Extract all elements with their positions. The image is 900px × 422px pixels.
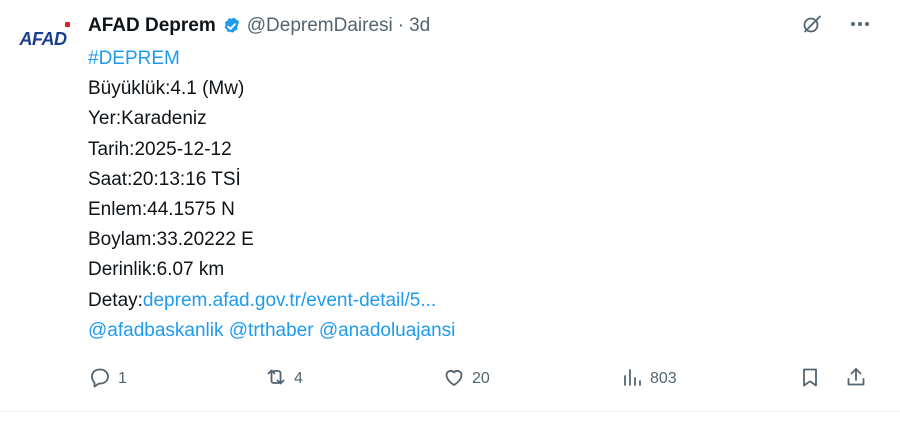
text-line-depth: Derinlik:6.07 km (88, 259, 225, 281)
views-count: 803 (650, 370, 677, 387)
retweet-icon (264, 365, 288, 394)
text-line-date: Tarih:2025-12-12 (88, 138, 232, 160)
display-name[interactable]: AFAD Deprem (88, 15, 216, 37)
heart-icon (442, 365, 466, 394)
views-button[interactable]: 803 (620, 364, 677, 394)
action-bar: 1 4 20 803 (88, 364, 872, 394)
handle[interactable]: @DepremDairesi (247, 15, 393, 37)
tweet-text: #DEPREM Büyüklük:4.1 (Mw) Yer:Karadeniz … (88, 44, 868, 346)
mentions-line: @afadbaskanlik @trthaber @anadoluajansi (88, 316, 868, 346)
bookmark-icon (798, 365, 822, 394)
text-line-magnitude: Büyüklük:4.1 (Mw) (88, 78, 245, 100)
separator: · (397, 15, 405, 36)
retweet-button[interactable]: 4 (264, 364, 303, 394)
afad-logo: AFAD (19, 28, 68, 49)
detail-label: Detay: (88, 289, 143, 311)
top-icons (800, 12, 872, 36)
grok-icon[interactable] (800, 12, 824, 36)
reply-icon (88, 365, 112, 394)
retweet-count: 4 (294, 370, 303, 387)
text-line-location: Yer:Karadeniz (88, 108, 207, 130)
text-line-time: Saat:20:13:16 TSİ (88, 168, 241, 190)
mention-link[interactable]: @afadbaskanlik (88, 320, 223, 341)
views-chart-icon (620, 365, 644, 394)
share-icon (844, 365, 868, 394)
verified-badge-icon (221, 16, 242, 37)
tweet-card[interactable]: AFAD AFAD Deprem @DepremDairesi · 3d #DE… (0, 0, 900, 412)
text-line-latitude: Enlem:44.1575 N (88, 199, 235, 221)
share-button[interactable] (844, 364, 868, 394)
tweet-header: AFAD Deprem @DepremDairesi · 3d (88, 12, 430, 40)
bookmark-button[interactable] (798, 364, 822, 394)
afad-logo-accent (65, 22, 70, 27)
hashtag-link[interactable]: #DEPREM (88, 44, 868, 74)
like-button[interactable]: 20 (442, 364, 490, 394)
avatar[interactable]: AFAD (12, 18, 74, 60)
timestamp[interactable]: 3d (409, 15, 430, 37)
mention-link[interactable]: @anadoluajansi (319, 320, 456, 341)
more-icon[interactable] (848, 12, 872, 36)
text-line-longitude: Boylam:33.20222 E (88, 229, 254, 251)
like-count: 20 (472, 370, 490, 387)
reply-count: 1 (118, 370, 127, 387)
text-line-detail: Detay:deprem.afad.gov.tr/event-detail/5.… (88, 286, 868, 316)
detail-link[interactable]: deprem.afad.gov.tr/event-detail/5... (143, 290, 436, 311)
reply-button[interactable]: 1 (88, 364, 127, 394)
mention-link[interactable]: @trthaber (229, 320, 314, 341)
